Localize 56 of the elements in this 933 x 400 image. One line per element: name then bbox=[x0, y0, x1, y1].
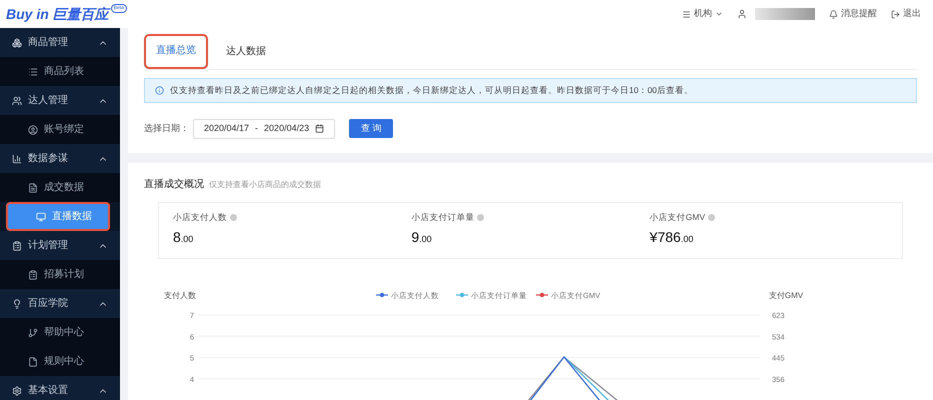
stat-label: 小店支付GMV bbox=[650, 210, 706, 224]
section-title: 直播成交概况 bbox=[144, 178, 204, 192]
sidebar-group[interactable]: 商品管理 bbox=[0, 28, 120, 57]
notifications-link[interactable]: 消息提醒 bbox=[829, 7, 877, 21]
chevron-icon bbox=[715, 10, 723, 18]
calendar-icon bbox=[315, 124, 324, 134]
logo[interactable]: Buy in 巨量百应 bbox=[6, 4, 109, 24]
date-range-field[interactable]: 2020/04/17 - 2020/04/23 bbox=[193, 118, 336, 139]
item-icon bbox=[28, 270, 38, 280]
section-subtitle: 仅支持查看小店商品的成交数据 bbox=[209, 178, 321, 191]
sidebar-item[interactable]: 招募计划 bbox=[0, 260, 120, 289]
help-icon[interactable] bbox=[708, 214, 716, 221]
stat-label: 小店支付人数 bbox=[173, 210, 227, 224]
help-icon[interactable] bbox=[230, 214, 237, 221]
sidebar-item[interactable]: 帮助中心 bbox=[0, 318, 120, 347]
stat-value: 8.00 bbox=[173, 228, 194, 246]
sidebar-item[interactable]: 账号绑定 bbox=[0, 115, 120, 144]
blurred-username bbox=[755, 8, 815, 20]
y-axis-label: 支付人数 bbox=[164, 290, 196, 300]
notice-text: 仅支持查看昨日及之前已绑定达人自绑定之日起的相关数据，今日新绑定达人，可从明日起查看。昨日数据可于今日10：00后查看。 bbox=[170, 84, 693, 97]
sidebar-group[interactable]: 达人管理 bbox=[0, 86, 120, 115]
group-icon bbox=[12, 96, 22, 106]
logout-icon bbox=[891, 10, 900, 18]
item-icon bbox=[28, 356, 38, 366]
stat-label: 小店支付订单量 bbox=[411, 210, 474, 224]
logout-link[interactable]: 退出 bbox=[891, 7, 921, 21]
sidebar-item[interactable]: 成交数据 bbox=[0, 173, 120, 202]
group-icon bbox=[12, 386, 22, 396]
sidebar-group[interactable]: 百应学院 bbox=[0, 289, 120, 318]
group-icon bbox=[12, 240, 22, 250]
help-icon[interactable] bbox=[477, 214, 484, 221]
menu-icon bbox=[682, 10, 691, 18]
tab[interactable]: 达人数据 bbox=[214, 34, 278, 69]
sidebar-group[interactable]: 数据参谋 bbox=[0, 144, 120, 173]
date-label: 选择日期： bbox=[144, 122, 189, 135]
stat-value: 9.00 bbox=[411, 228, 433, 246]
y2-axis-label: 支付GMV bbox=[768, 290, 804, 300]
sidebar-group[interactable]: 计划管理 bbox=[0, 231, 120, 260]
item-icon bbox=[28, 66, 38, 76]
bell-icon bbox=[829, 10, 838, 18]
tab[interactable]: 直播总览 bbox=[144, 34, 208, 69]
sidebar-item[interactable]: 规则中心 bbox=[0, 347, 120, 376]
group-icon bbox=[12, 154, 22, 164]
item-icon bbox=[28, 328, 38, 338]
sidebar-group[interactable]: 基本设置 bbox=[0, 376, 120, 400]
group-icon bbox=[12, 38, 22, 48]
org-menu[interactable]: 机构 bbox=[682, 7, 723, 21]
stat-value: ¥786.00 bbox=[650, 228, 694, 246]
item-icon bbox=[36, 212, 46, 222]
query-button[interactable]: 查 询 bbox=[349, 119, 394, 138]
sidebar-item[interactable]: 商品列表 bbox=[0, 57, 120, 86]
item-icon bbox=[28, 182, 38, 192]
info-icon bbox=[155, 86, 164, 95]
item-icon bbox=[28, 124, 38, 134]
user-icon bbox=[737, 9, 747, 19]
group-icon bbox=[12, 298, 22, 308]
